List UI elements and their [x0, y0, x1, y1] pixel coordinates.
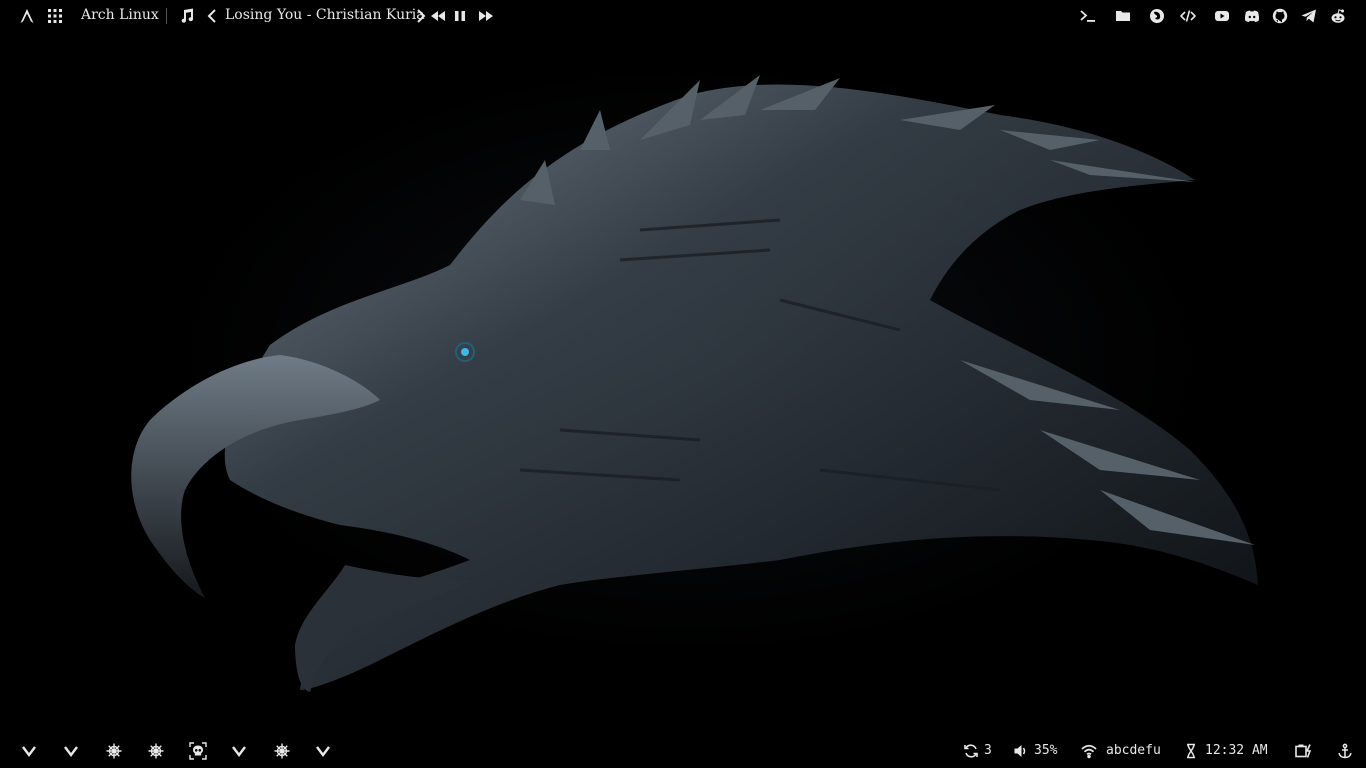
workspace-7-ship-wheel-icon[interactable] — [274, 743, 290, 759]
wifi-network-name: abcdefu — [1106, 743, 1161, 758]
workspace-2-chevron-down-icon[interactable] — [63, 743, 79, 759]
music-note-icon — [179, 8, 195, 24]
telegram-icon[interactable] — [1301, 8, 1317, 24]
updates-count: 3 — [984, 743, 992, 758]
workspace-5-skull-icon[interactable] — [189, 742, 207, 760]
now-playing-title: Losing You - Christian Kuria — [225, 7, 425, 23]
clock: 12:32 AM — [1205, 743, 1268, 758]
anchor-icon[interactable] — [1337, 743, 1353, 759]
workspace-3-ship-wheel-icon[interactable] — [106, 743, 122, 759]
code-icon[interactable] — [1180, 8, 1196, 24]
bottom-panel: 3 35% abcdefu 12:32 AM — [0, 735, 1366, 767]
top-panel: Arch Linux Losing You - Christian Kuria — [0, 0, 1366, 32]
github-icon[interactable] — [1272, 8, 1288, 24]
workspace-8-chevron-down-icon[interactable] — [315, 743, 331, 759]
volume-icon[interactable] — [1013, 743, 1029, 759]
workspace-6-chevron-down-icon[interactable] — [231, 743, 247, 759]
volume-level: 35% — [1034, 743, 1058, 758]
previous-chevron-icon[interactable] — [204, 8, 220, 24]
updates-sync-icon[interactable] — [963, 743, 979, 759]
arch-logo-icon[interactable] — [19, 8, 35, 24]
divider — [166, 8, 167, 24]
workspace-4-ship-wheel-icon[interactable] — [148, 743, 164, 759]
workspace-1-chevron-down-icon[interactable] — [21, 743, 37, 759]
terminal-icon[interactable] — [1080, 8, 1096, 24]
reddit-icon[interactable] — [1330, 8, 1346, 24]
rewind-icon[interactable] — [430, 8, 446, 24]
fast-forward-icon[interactable] — [478, 8, 494, 24]
wifi-icon[interactable] — [1081, 743, 1097, 759]
mechanical-eagle-artwork — [131, 75, 1259, 692]
next-chevron-icon[interactable] — [413, 8, 429, 24]
hourglass-icon — [1183, 743, 1199, 759]
desktop-wallpaper — [0, 0, 1366, 768]
distro-label: Arch Linux — [81, 7, 159, 23]
app-grid-icon[interactable] — [47, 8, 63, 24]
youtube-icon[interactable] — [1214, 8, 1230, 24]
battery-charging-icon[interactable] — [1295, 743, 1313, 759]
pause-icon[interactable] — [452, 8, 468, 24]
firefox-icon[interactable] — [1149, 8, 1165, 24]
folder-icon[interactable] — [1115, 8, 1131, 24]
discord-icon[interactable] — [1244, 8, 1260, 24]
